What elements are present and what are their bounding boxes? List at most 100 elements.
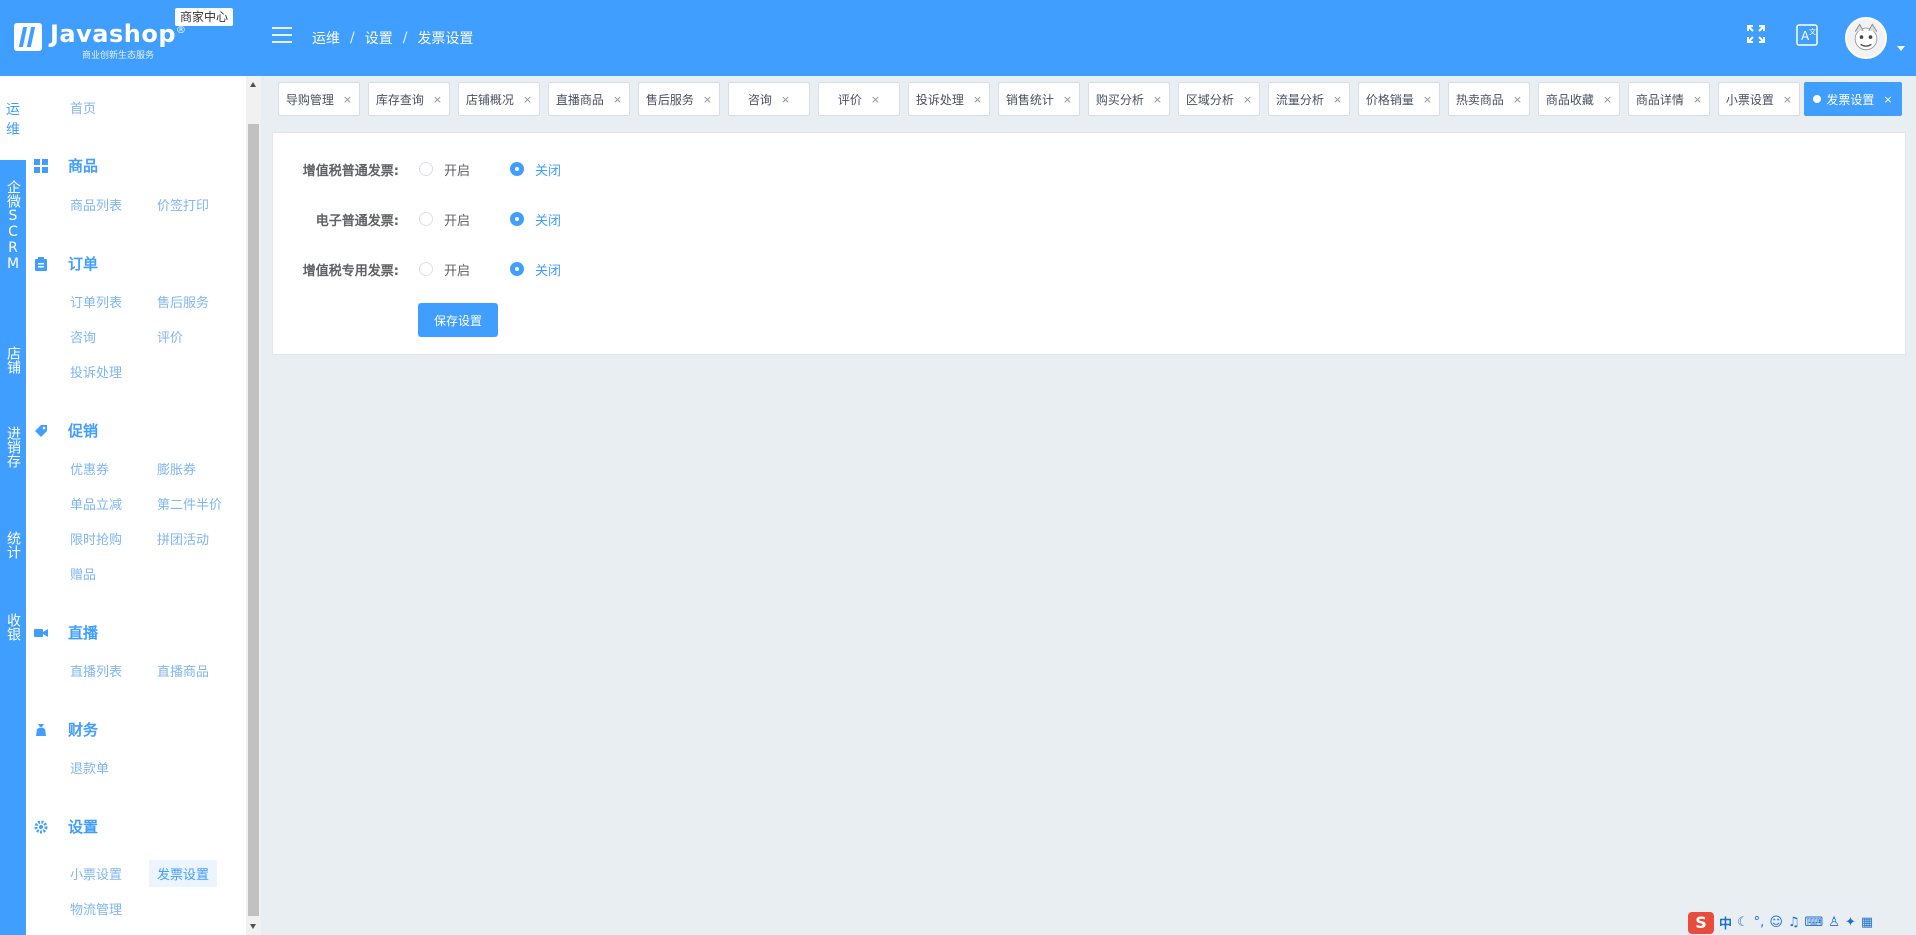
rail-item-statistics[interactable]: 统计 <box>0 531 26 559</box>
tab-store-overview[interactable]: 店铺概况 × <box>458 82 540 116</box>
rail-item-ops[interactable]: 运维 <box>0 100 26 140</box>
sidebar-item-coupons[interactable]: 优惠券 <box>70 459 109 478</box>
tab-traffic-analysis[interactable]: 流量分析 × <box>1268 82 1350 116</box>
user-avatar[interactable] <box>1845 17 1887 59</box>
tab-complaints[interactable]: 投诉处理 × <box>908 82 990 116</box>
menu-toggle-icon[interactable] <box>272 27 292 43</box>
tab-close-icon[interactable]: × <box>1243 93 1252 106</box>
tab-invoice-settings[interactable]: 发票设置 × <box>1804 82 1902 116</box>
radio-enable[interactable]: 开启 <box>419 160 470 179</box>
tab-close-icon[interactable]: × <box>1333 93 1342 106</box>
language-switch-icon[interactable]: A文 <box>1795 24 1819 48</box>
sidebar-item-expansion-coupons[interactable]: 膨胀券 <box>157 459 196 478</box>
tab-goods-detail[interactable]: 商品详情 × <box>1628 82 1710 116</box>
sidebar-item-gifts[interactable]: 赠品 <box>70 564 96 583</box>
tab-close-icon[interactable]: × <box>1603 93 1612 106</box>
tab-close-icon[interactable]: × <box>1153 93 1162 106</box>
sidebar-group-settings[interactable]: 设置 <box>34 816 98 837</box>
sidebar-item-instant-discount[interactable]: 单品立减 <box>70 494 122 513</box>
sidebar-group-promotion[interactable]: 促销 <box>34 420 98 441</box>
tab-close-icon[interactable]: × <box>973 93 982 106</box>
tab-goods-favorites[interactable]: 商品收藏 × <box>1538 82 1620 116</box>
breadcrumb-item-ops[interactable]: 运维 <box>312 28 340 48</box>
tab-hot-goods[interactable]: 热卖商品 × <box>1448 82 1530 116</box>
form-row-electronic-normal-invoice: 电子普通发票: 开启 关闭 <box>273 209 561 229</box>
sidebar-group-goods[interactable]: 商品 <box>34 155 98 176</box>
sidebar-group-finance[interactable]: 财务 <box>34 719 98 740</box>
rail-item-cashier[interactable]: 收银 <box>0 613 26 641</box>
tab-close-icon[interactable]: × <box>1693 93 1702 106</box>
tab-close-icon[interactable]: × <box>703 93 712 106</box>
tab-close-icon[interactable]: × <box>781 93 790 106</box>
tab-close-icon[interactable]: × <box>523 93 532 106</box>
moon-icon[interactable]: ☾ <box>1737 915 1749 930</box>
sidebar-group-live[interactable]: 直播 <box>34 622 98 643</box>
sidebar-item-goods-list[interactable]: 商品列表 <box>70 195 122 214</box>
sidebar-item-review[interactable]: 评价 <box>157 327 183 346</box>
punctuation-icon[interactable]: °, <box>1754 915 1765 930</box>
tab-close-icon[interactable]: × <box>613 93 622 106</box>
ime-lang-indicator[interactable]: 中 <box>1719 913 1732 932</box>
tab-close-icon[interactable]: × <box>1063 93 1072 106</box>
tab-after-sales[interactable]: 售后服务 × <box>638 82 720 116</box>
scroll-down-arrow-icon[interactable] <box>250 924 256 929</box>
tab-close-icon[interactable]: × <box>343 93 352 106</box>
tab-stock-query[interactable]: 库存查询 × <box>368 82 450 116</box>
sidebar-item-live-goods[interactable]: 直播商品 <box>157 661 209 680</box>
rail-item-inventory[interactable]: 进销存 <box>0 426 26 468</box>
sidebar-item-live-list[interactable]: 直播列表 <box>70 661 122 680</box>
tab-close-icon[interactable]: × <box>1783 93 1792 106</box>
sidebar-item-logistics[interactable]: 物流管理 <box>70 899 122 918</box>
sidebar-group-orders[interactable]: 订单 <box>34 253 98 274</box>
radio-circle-icon <box>419 162 433 176</box>
skin-shirt-icon[interactable]: ✦ <box>1845 915 1856 930</box>
smiley-icon[interactable]: ☺ <box>1769 915 1783 930</box>
sidebar-item-invoice-settings[interactable]: 发票设置 <box>149 860 218 887</box>
sogou-ime-logo-icon[interactable]: S <box>1688 911 1714 934</box>
radio-disable[interactable]: 关闭 <box>510 160 561 179</box>
radio-disable[interactable]: 关闭 <box>510 210 561 229</box>
grid-menu-icon[interactable]: ▦ <box>1861 915 1873 930</box>
scrollbar-thumb[interactable] <box>248 124 259 916</box>
tab-guide-management[interactable]: 导购管理 × <box>278 82 360 116</box>
sidebar-item-order-list[interactable]: 订单列表 <box>70 292 122 311</box>
save-settings-button[interactable]: 保存设置 <box>418 303 498 337</box>
breadcrumb-item-settings[interactable]: 设置 <box>365 28 393 48</box>
radio-circle-icon <box>419 262 433 276</box>
sidebar-item-home[interactable]: 首页 <box>70 98 96 117</box>
tab-live-goods[interactable]: 直播商品 × <box>548 82 630 116</box>
radio-enable[interactable]: 开启 <box>419 260 470 279</box>
sidebar-item-flash-sale[interactable]: 限时抢购 <box>70 529 122 548</box>
scroll-up-arrow-icon[interactable] <box>250 82 256 87</box>
tab-close-icon[interactable]: × <box>871 93 880 106</box>
sidebar-item-refunds[interactable]: 退款单 <box>70 758 109 777</box>
tab-close-icon[interactable]: × <box>433 93 442 106</box>
sidebar-item-price-tag-print[interactable]: 价签打印 <box>157 195 209 214</box>
tab-region-analysis[interactable]: 区域分析 × <box>1178 82 1260 116</box>
avatar-dropdown-caret-icon[interactable] <box>1897 46 1905 51</box>
tab-close-icon[interactable]: × <box>1883 93 1892 106</box>
tab-consult[interactable]: 咨询 × <box>728 82 810 116</box>
radio-enable[interactable]: 开启 <box>419 210 470 229</box>
sidebar-item-consult[interactable]: 咨询 <box>70 327 96 346</box>
tab-review[interactable]: 评价 × <box>818 82 900 116</box>
microphone-icon[interactable]: ♫ <box>1788 915 1800 930</box>
sidebar-item-receipt-settings[interactable]: 小票设置 <box>70 864 122 883</box>
sidebar-item-complaints[interactable]: 投诉处理 <box>70 362 122 381</box>
fullscreen-icon[interactable] <box>1744 24 1768 48</box>
user-icon[interactable]: ♙ <box>1828 915 1840 930</box>
tab-purchase-analysis[interactable]: 购买分析 × <box>1088 82 1170 116</box>
radio-disable[interactable]: 关闭 <box>510 260 561 279</box>
tab-close-icon[interactable]: × <box>1513 93 1522 106</box>
rail-item-store[interactable]: 店铺 <box>0 346 26 374</box>
sidebar-item-after-sales[interactable]: 售后服务 <box>157 292 209 311</box>
keyboard-icon[interactable]: ⌨ <box>1805 915 1824 930</box>
rail-item-scrm[interactable]: 企微SCRM <box>0 180 26 272</box>
tab-close-icon[interactable]: × <box>1423 93 1432 106</box>
tab-price-sales[interactable]: 价格销量 × <box>1358 82 1440 116</box>
sidebar-item-group-buy[interactable]: 拼团活动 <box>157 529 209 548</box>
tab-receipt-settings[interactable]: 小票设置 × <box>1718 82 1800 116</box>
tab-sales-stats[interactable]: 销售统计 × <box>998 82 1080 116</box>
sidebar-scrollbar[interactable] <box>246 76 261 935</box>
sidebar-item-second-half-price[interactable]: 第二件半价 <box>157 494 222 513</box>
